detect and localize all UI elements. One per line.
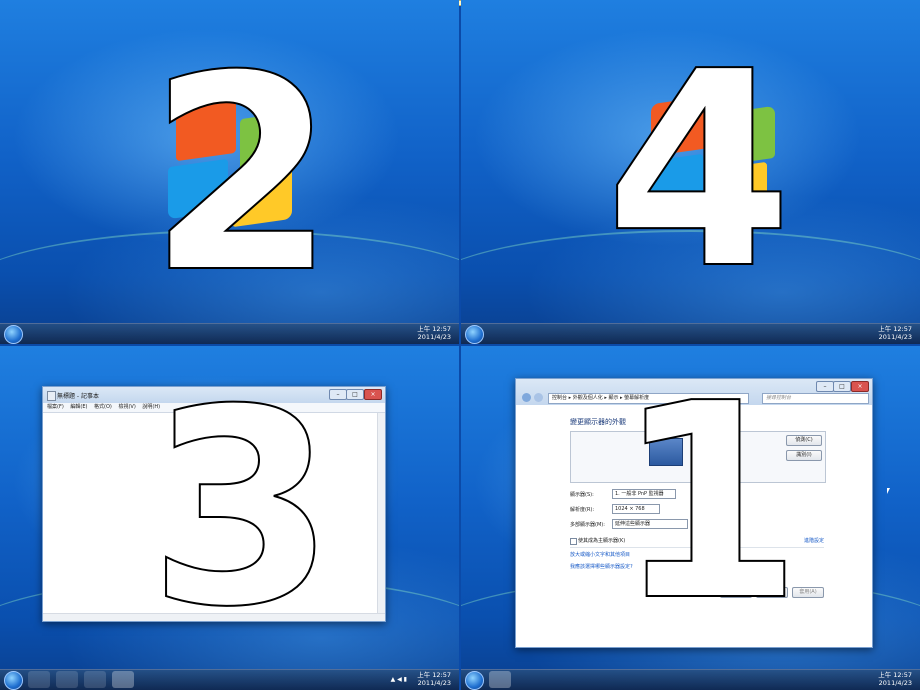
media-player-taskbar-icon[interactable]: [84, 671, 106, 688]
close-button[interactable]: ×: [364, 389, 382, 400]
menu-file[interactable]: 檔案(F): [47, 404, 64, 410]
explorer-taskbar-icon[interactable]: [56, 671, 78, 688]
taskbar-clock[interactable]: 上午 12:57 2011/4/23: [878, 671, 912, 687]
taskbar-clock[interactable]: 上午 12:57 2011/4/23: [417, 671, 451, 687]
main-display-checkbox[interactable]: [570, 538, 577, 545]
display-settings-taskbar-icon[interactable]: [489, 671, 511, 688]
start-button[interactable]: [465, 325, 484, 344]
multi-display-label: 多部顯示器(M):: [570, 522, 605, 528]
taskbar: 上午 12:57 2011/4/23: [461, 669, 920, 690]
number-label-3: 3: [147, 351, 337, 666]
close-button[interactable]: ×: [851, 381, 869, 392]
taskbar: ▲ ◀ ▮ 上午 12:57 2011/4/23: [0, 669, 459, 690]
maximize-button[interactable]: □: [833, 381, 851, 392]
notepad-title: 無標題 - 記事本: [57, 393, 99, 400]
start-button[interactable]: [4, 671, 23, 690]
notepad-taskbar-icon[interactable]: [112, 671, 134, 688]
vertical-scrollbar[interactable]: [377, 413, 385, 613]
taskbar-clock[interactable]: 上午 12:57 2011/4/23: [417, 325, 451, 341]
quadrant-bottom-right: – □ × 控制台 ▸ 外觀及個人化 ▸ 顯示 ▸ 螢幕解析度 搜尋控制台 變更…: [461, 346, 920, 690]
maximize-button[interactable]: □: [346, 389, 364, 400]
back-button[interactable]: [522, 393, 531, 402]
advanced-settings-link[interactable]: 進階設定: [804, 537, 824, 544]
taskbar-clock[interactable]: 上午 12:57 2011/4/23: [878, 325, 912, 341]
forward-button[interactable]: [534, 393, 543, 402]
quadrant-bottom-left: 無標題 - 記事本 – □ × 檔案(F) 編輯(E) 格式(O) 檢視(V) …: [0, 346, 459, 690]
display-label: 顯示器(S):: [570, 492, 594, 498]
quadrant-top-left: 2 上午 12:57 2011/4/23: [0, 0, 459, 344]
menu-format[interactable]: 格式(O): [94, 404, 112, 410]
start-button[interactable]: [4, 325, 23, 344]
start-button[interactable]: [465, 671, 484, 690]
minimize-button[interactable]: –: [816, 381, 834, 392]
mouse-cursor-icon: [887, 488, 890, 494]
number-label-1: 1: [614, 346, 804, 660]
menu-view[interactable]: 檢視(V): [118, 404, 135, 410]
number-label-4: 4: [604, 13, 794, 328]
ie-taskbar-icon[interactable]: [28, 671, 50, 688]
taskbar: 上午 12:57 2011/4/23: [461, 323, 920, 344]
quadrant-top-right: 4 上午 12:57 2011/4/23: [461, 0, 920, 344]
taskbar: 上午 12:57 2011/4/23: [0, 323, 459, 344]
menu-edit[interactable]: 編輯(E): [70, 404, 87, 410]
notification-area[interactable]: ▲ ◀ ▮: [391, 676, 407, 683]
number-label-2: 2: [147, 17, 337, 332]
notepad-icon: [47, 391, 56, 401]
resolution-label: 解析度(R):: [570, 507, 595, 513]
